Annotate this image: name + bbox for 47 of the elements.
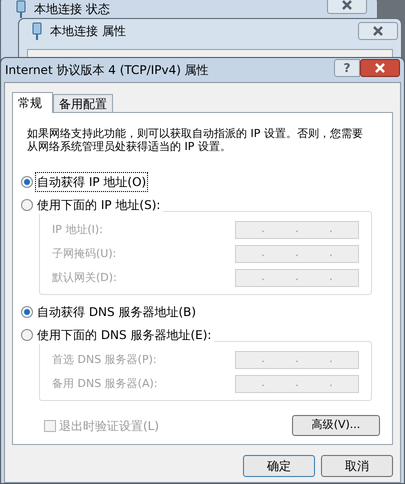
- ok-button[interactable]: 确定: [243, 455, 315, 477]
- close-icon: [372, 26, 384, 36]
- close-button[interactable]: [358, 22, 398, 40]
- dot-separator: .: [295, 379, 299, 389]
- dot-separator: .: [261, 225, 265, 235]
- close-icon: [374, 63, 386, 73]
- advanced-button[interactable]: 高级(V)...: [292, 415, 380, 436]
- field-label: 首选 DNS 服务器(P):: [52, 352, 157, 368]
- dot-separator: .: [295, 355, 299, 365]
- dot-separator: .: [329, 273, 333, 283]
- dot-separator: .: [329, 225, 333, 235]
- help-button[interactable]: ?: [334, 59, 360, 77]
- radio-label: 自动获得 IP 地址(O): [36, 173, 148, 191]
- radio-label: 自动获得 DNS 服务器地址(B): [36, 304, 198, 321]
- window-title: Internet 协议版本 4 (TCP/IPv4) 属性: [5, 62, 209, 79]
- dot-separator: .: [329, 249, 333, 259]
- radio-button[interactable]: [21, 199, 33, 211]
- radio-button[interactable]: [21, 306, 33, 318]
- network-adapter-icon: [16, 0, 26, 18]
- radio-button[interactable]: [21, 176, 33, 188]
- dot-separator: .: [329, 355, 333, 365]
- dot-separator: .: [261, 355, 265, 365]
- dot-separator: .: [329, 379, 333, 389]
- dot-separator: .: [261, 273, 265, 283]
- field-label: 备用 DNS 服务器(A):: [52, 376, 158, 392]
- radio-label: 使用下面的 DNS 服务器地址(E):: [36, 327, 212, 344]
- field-label: IP 地址(I):: [52, 222, 103, 238]
- description-text: 如果网络支持此功能，则可以获取自动指派的 IP 设置。否则，您需要从网络系统管理员处获得适当的 IP 设置。: [26, 127, 364, 153]
- network-adapter-icon: [32, 22, 42, 40]
- tab[interactable]: 常规: [12, 92, 53, 113]
- close-button[interactable]: [360, 59, 400, 77]
- radio-label: 使用下面的 IP 地址(S):: [36, 197, 162, 214]
- field-label: 默认网关(D):: [52, 270, 117, 286]
- dot-separator: .: [295, 273, 299, 283]
- checkbox-label: 退出时验证设置(L): [59, 418, 160, 434]
- radio-button[interactable]: [21, 329, 33, 341]
- dot-separator: .: [295, 249, 299, 259]
- dot-separator: .: [261, 379, 265, 389]
- close-button[interactable]: [327, 0, 367, 14]
- cancel-button[interactable]: 取消: [321, 455, 393, 477]
- dot-separator: .: [261, 249, 265, 259]
- field-label: 子网掩码(U):: [52, 246, 116, 262]
- window-title: 本地连接 属性: [50, 25, 126, 37]
- tab[interactable]: 备用配置: [53, 94, 113, 112]
- dot-separator: .: [295, 225, 299, 235]
- window-title: 本地连接 状态: [34, 3, 110, 15]
- close-icon: [341, 0, 353, 10]
